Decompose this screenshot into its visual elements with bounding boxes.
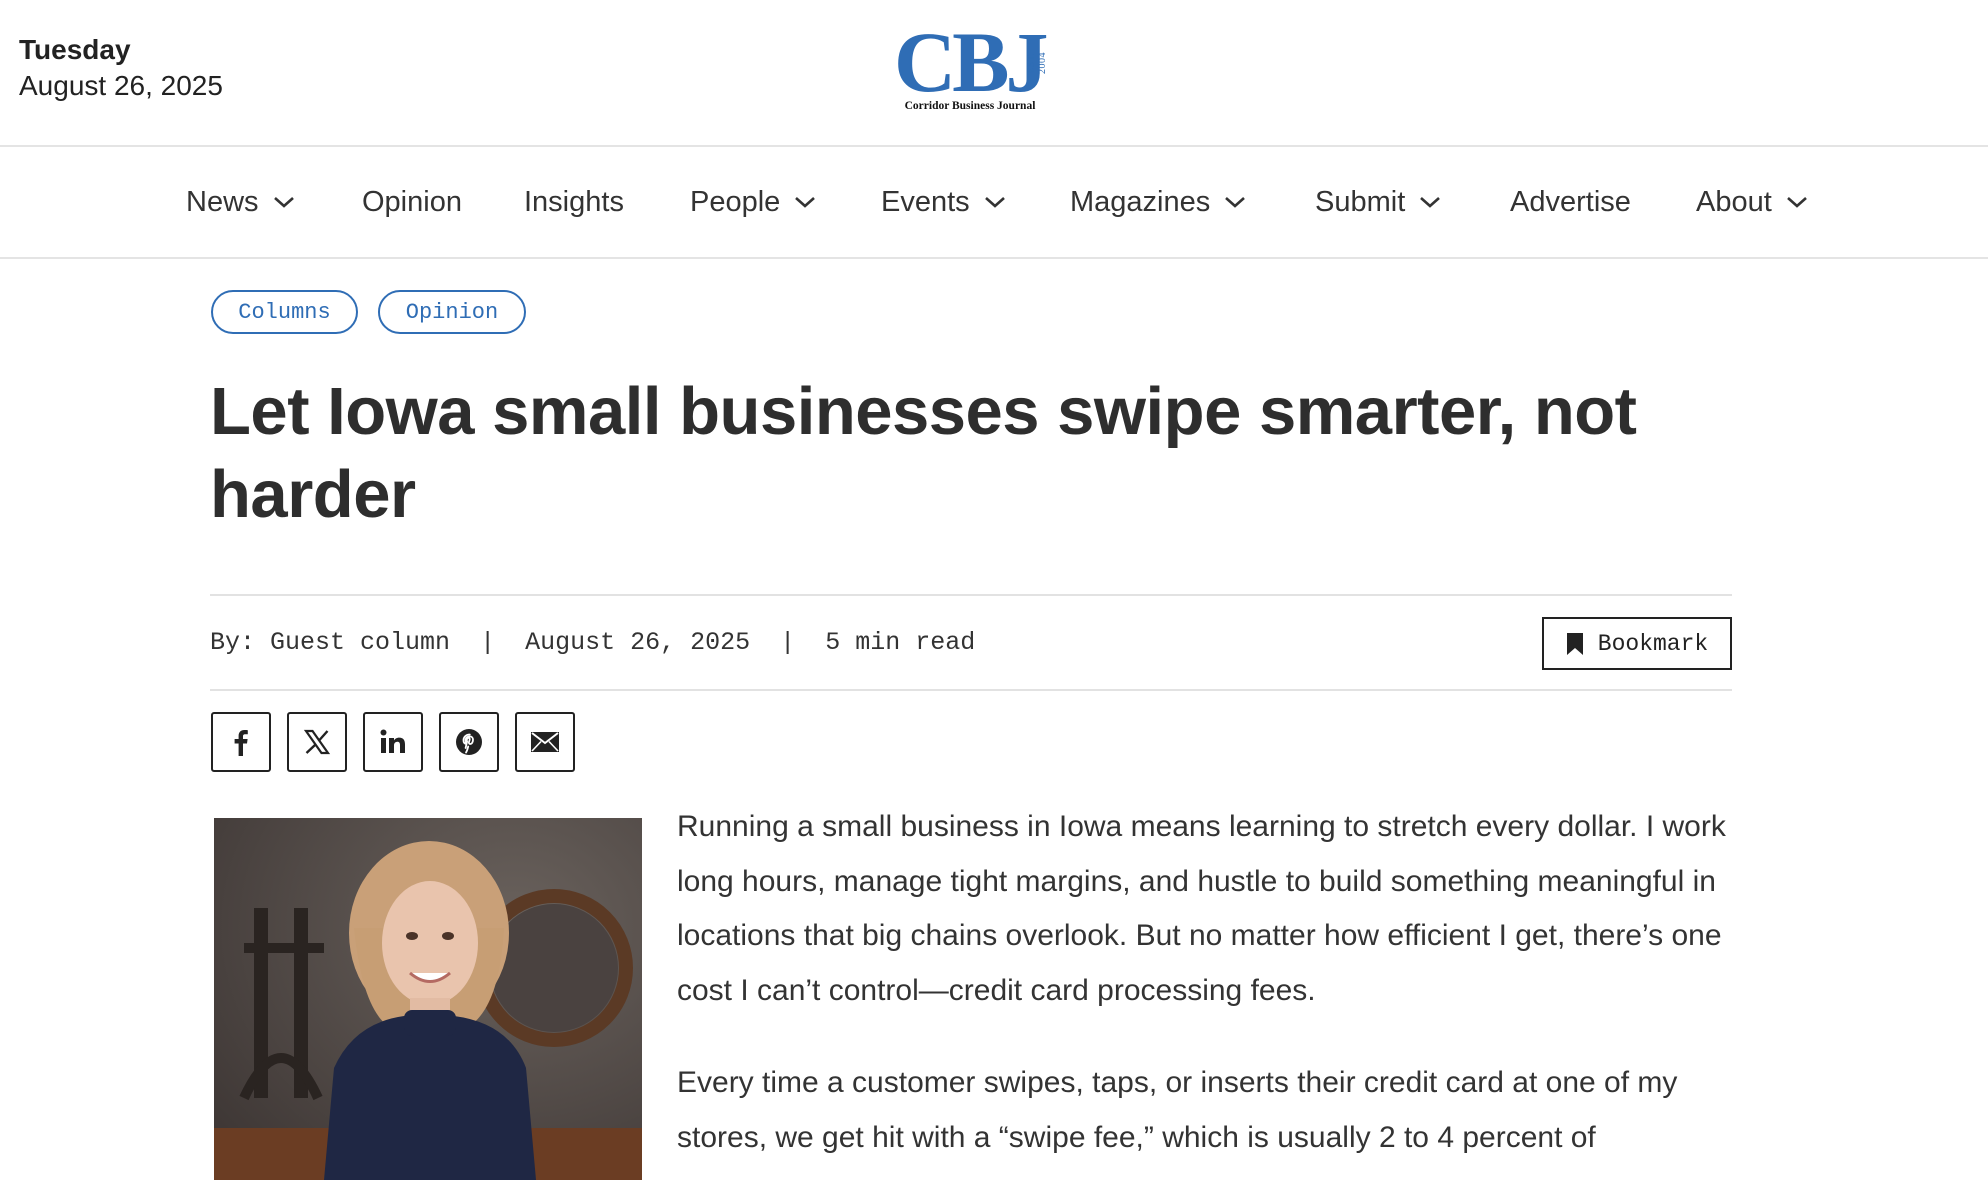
- email-icon: [531, 732, 559, 752]
- nav-item-magazines[interactable]: Magazines: [1070, 147, 1246, 257]
- logo-letters: CBJ: [894, 14, 1048, 110]
- chevron-down-icon: [273, 197, 294, 208]
- nav-item-label: People: [690, 185, 781, 218]
- byline: By: Guest column: [210, 628, 451, 657]
- meta-separator: |: [780, 628, 796, 657]
- nav-item-opinion[interactable]: Opinion: [362, 147, 462, 257]
- nav-item-submit[interactable]: Submit: [1315, 147, 1441, 257]
- main-navigation: News Opinion Insights People Events Maga…: [0, 147, 1988, 259]
- read-time: 5 min read: [825, 628, 976, 657]
- nav-item-label: Advertise: [1510, 185, 1631, 218]
- author-photo: [214, 818, 642, 1180]
- publish-date: August 26, 2025: [525, 628, 751, 657]
- tag-columns[interactable]: Columns: [211, 290, 358, 334]
- x-icon: [303, 729, 331, 755]
- facebook-icon: [234, 730, 248, 756]
- chevron-down-icon: [795, 197, 816, 208]
- nav-item-advertise[interactable]: Advertise: [1510, 147, 1631, 257]
- share-pinterest-button[interactable]: [439, 712, 499, 772]
- nav-item-events[interactable]: Events: [881, 147, 1006, 257]
- bookmark-button[interactable]: Bookmark: [1542, 617, 1732, 670]
- chevron-down-icon: [1420, 197, 1441, 208]
- nav-item-news[interactable]: News: [186, 147, 295, 257]
- chevron-down-icon: [1786, 197, 1807, 208]
- article-meta: By: Guest column | August 26, 2025 | 5 m…: [210, 628, 975, 657]
- share-facebook-button[interactable]: [211, 712, 271, 772]
- meta-separator: [450, 628, 480, 657]
- nav-item-about[interactable]: About: [1696, 147, 1808, 257]
- divider: [210, 689, 1732, 691]
- current-date: August 26, 2025: [19, 70, 223, 101]
- linkedin-icon: [380, 729, 405, 753]
- site-logo[interactable]: CBJ EST. 2004 Corridor Business Journal: [890, 14, 1060, 118]
- nav-item-label: About: [1696, 185, 1772, 218]
- nav-item-label: Magazines: [1070, 185, 1211, 218]
- nav-item-label: Opinion: [362, 185, 462, 218]
- nav-item-insights[interactable]: Insights: [524, 147, 624, 257]
- nav-item-label: Submit: [1315, 185, 1406, 218]
- article-paragraph: Running a small business in Iowa means l…: [677, 810, 1726, 1007]
- nav-item-label: Events: [881, 185, 970, 218]
- divider: [210, 594, 1732, 596]
- nav-item-label: News: [186, 185, 259, 218]
- meta-separator: [750, 628, 780, 657]
- share-linkedin-button[interactable]: [363, 712, 423, 772]
- bookmark-icon: [1566, 632, 1583, 655]
- article-headline: Let Iowa small businesses swipe smarter,…: [210, 374, 1637, 532]
- author-photo-illustration: [214, 818, 642, 1180]
- article-paragraph: Every time a customer swipes, taps, or i…: [677, 1066, 1678, 1154]
- nav-item-people[interactable]: People: [690, 147, 816, 257]
- logo-established: EST. 2004: [1026, 52, 1048, 74]
- site-header: Tuesday August 26, 2025 CBJ EST. 2004 Co…: [0, 0, 1988, 147]
- nav-item-label: Insights: [524, 185, 624, 218]
- bookmark-label: Bookmark: [1597, 630, 1709, 657]
- meta-separator: |: [480, 628, 496, 657]
- share-email-button[interactable]: [515, 712, 575, 772]
- chevron-down-icon: [1225, 197, 1246, 208]
- meta-separator: [795, 628, 825, 657]
- current-day: Tuesday: [19, 34, 131, 65]
- share-x-button[interactable]: [287, 712, 347, 772]
- tag-opinion[interactable]: Opinion: [378, 290, 526, 334]
- pinterest-icon: [456, 729, 482, 755]
- chevron-down-icon: [984, 197, 1005, 208]
- logo-subtitle: Corridor Business Journal: [904, 100, 1036, 112]
- meta-separator: [495, 628, 525, 657]
